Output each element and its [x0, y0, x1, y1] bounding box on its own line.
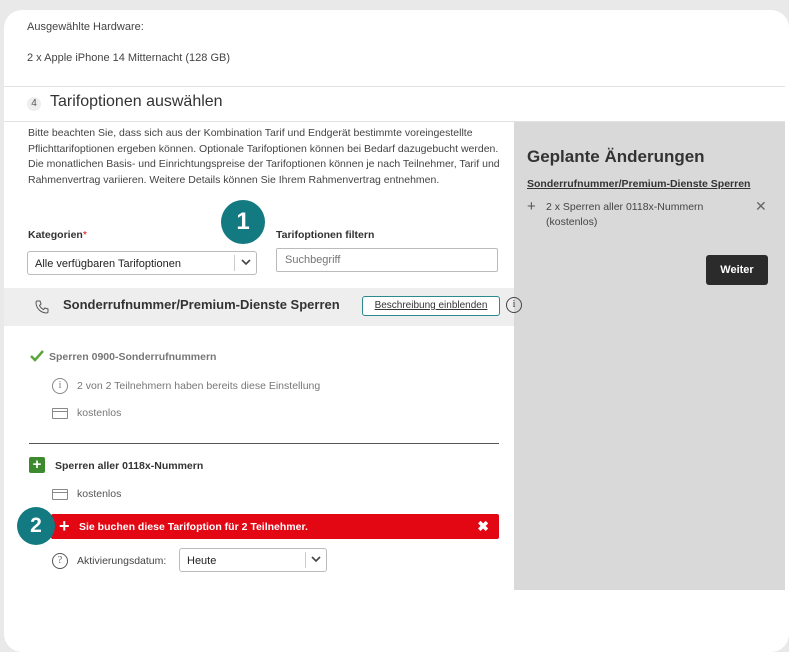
- step-badge-1: 1: [221, 200, 265, 244]
- chevron-down-icon: [241, 257, 251, 270]
- categories-select-value: Alle verfügbaren Tarifoptionen: [35, 258, 181, 270]
- planned-change-text: 2 x Sperren aller 0118x-Nummern: [546, 201, 704, 213]
- help-icon[interactable]: ?: [52, 553, 68, 569]
- select-separator: [234, 255, 235, 271]
- activation-label: Aktivierungsdatum:: [77, 555, 167, 567]
- chevron-down-icon: [311, 554, 321, 567]
- step-badge-2: 2: [17, 507, 55, 545]
- planned-changes-panel: [514, 122, 785, 590]
- divider: [4, 86, 785, 87]
- info-icon: i: [52, 378, 68, 394]
- planned-change-price: (kostenlos): [546, 216, 598, 228]
- option-info-text: 2 von 2 Teilnehmern haben bereits diese …: [77, 380, 321, 392]
- close-icon[interactable]: ✖: [477, 518, 489, 535]
- option-title: Sperren aller 0118x-Nummern: [55, 460, 204, 472]
- divider: [29, 443, 499, 444]
- add-option-icon[interactable]: +: [29, 457, 45, 473]
- option-title: Sperren 0900-Sonderrufnummern: [49, 351, 217, 363]
- info-icon[interactable]: i: [506, 297, 522, 313]
- activation-date-value: Heute: [187, 555, 217, 567]
- booking-notice-text: Sie buchen diese Tarifoption für 2 Teiln…: [79, 521, 308, 533]
- select-separator: [305, 552, 306, 568]
- step-title: Tarifoptionen auswählen: [50, 93, 223, 110]
- credit-card-icon: [52, 489, 68, 500]
- step-number: 4: [27, 97, 41, 111]
- hardware-label: Ausgewählte Hardware:: [27, 21, 144, 33]
- categories-label-text: Kategorien: [28, 229, 83, 241]
- plus-icon: +: [527, 198, 536, 215]
- categories-select[interactable]: Alle verfügbaren Tarifoptionen: [27, 251, 257, 275]
- option-price: kostenlos: [77, 488, 122, 500]
- next-button[interactable]: Weiter: [706, 255, 768, 285]
- planned-changes-title: Geplante Änderungen: [527, 147, 705, 166]
- categories-label: Kategorien*: [28, 229, 87, 241]
- checkmark-icon: [30, 349, 44, 367]
- booking-notice: + Sie buchen diese Tarifoption für 2 Tei…: [51, 514, 499, 539]
- phone-icon: [34, 299, 50, 320]
- plus-icon: +: [59, 516, 70, 536]
- option-group-title: Sonderrufnummer/Premium-Dienste Sperren: [63, 297, 340, 312]
- remove-change-icon[interactable]: ✕: [755, 198, 767, 215]
- planned-change-item: 2 x Sperren aller 0118x-Nummern (kostenl…: [546, 200, 703, 230]
- required-mark: *: [82, 229, 87, 241]
- credit-card-icon: [52, 408, 68, 419]
- options-description: Bitte beachten Sie, dass sich aus der Ko…: [28, 127, 500, 186]
- filter-label: Tarifoptionen filtern: [276, 229, 375, 241]
- planned-changes-group: Sonderrufnummer/Premium-Dienste Sperren: [527, 178, 751, 190]
- show-description-button[interactable]: Beschreibung einblenden: [362, 296, 500, 316]
- option-price: kostenlos: [77, 407, 122, 419]
- hardware-value: 2 x Apple iPhone 14 Mitternacht (128 GB): [27, 52, 231, 64]
- filter-search-input[interactable]: [276, 248, 498, 272]
- activation-date-select[interactable]: Heute: [179, 548, 327, 572]
